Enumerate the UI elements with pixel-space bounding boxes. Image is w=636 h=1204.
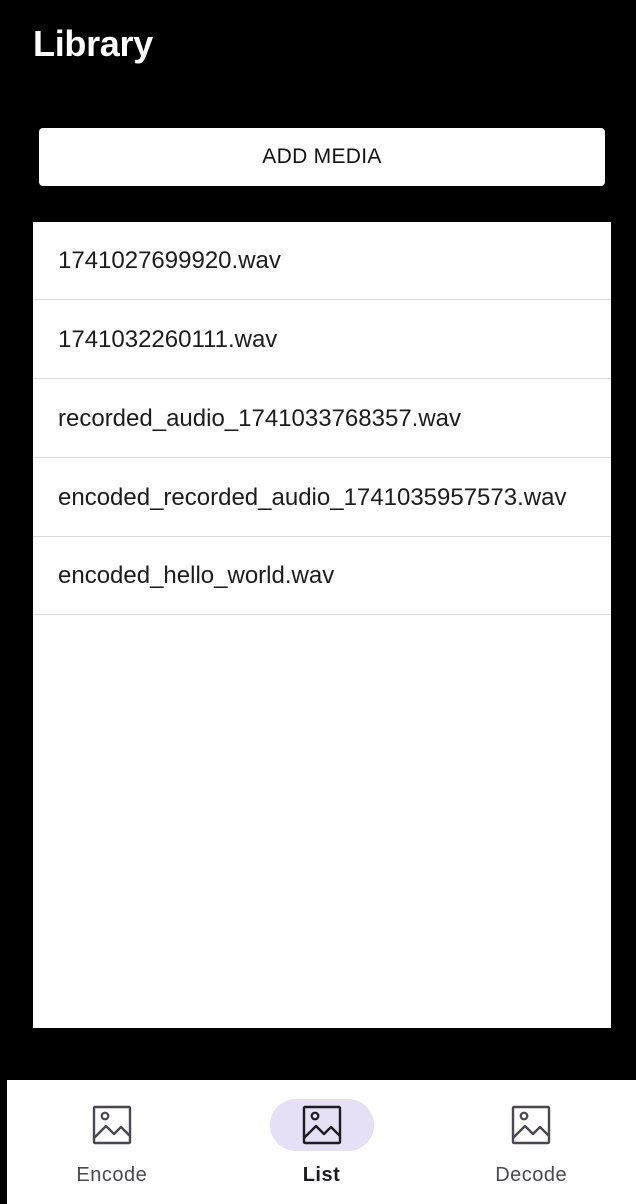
nav-label-decode: Decode — [495, 1164, 568, 1186]
list-item[interactable]: encoded_recorded_audio_1741035957573.wav — [33, 458, 611, 537]
list-item[interactable]: recorded_audio_1741033768357.wav — [33, 379, 611, 458]
page-title: Library — [33, 23, 153, 64]
library-screen: Library ADD MEDIA 1741027699920.wav 1741… — [0, 0, 636, 1204]
bottom-navigation-bar: Encode List Decode — [7, 1080, 636, 1204]
image-icon — [92, 1105, 132, 1145]
add-media-button[interactable]: ADD MEDIA — [39, 128, 605, 186]
nav-label-encode: Encode — [76, 1164, 148, 1186]
image-icon — [511, 1105, 551, 1145]
list-item[interactable]: encoded_hello_world.wav — [33, 537, 611, 615]
image-icon — [302, 1105, 341, 1145]
nav-label-list: List — [302, 1164, 341, 1186]
list-item[interactable]: 1741032260111.wav — [33, 300, 611, 379]
media-list: 1741027699920.wav 1741032260111.wav reco… — [33, 222, 611, 1028]
list-item[interactable]: 1741027699920.wav — [33, 222, 611, 300]
nav-item-list[interactable]: List — [217, 1080, 427, 1204]
nav-item-encode[interactable]: Encode — [7, 1080, 217, 1204]
nav-item-decode[interactable]: Decode — [426, 1080, 636, 1204]
